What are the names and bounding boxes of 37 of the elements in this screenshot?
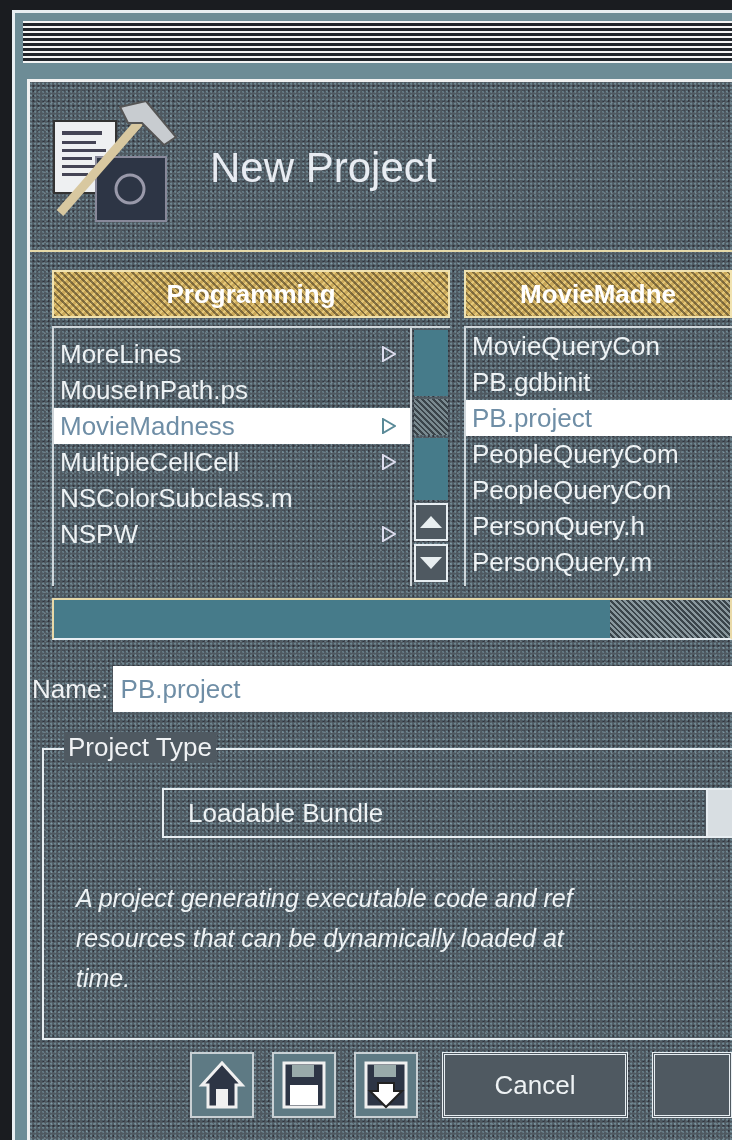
list-item[interactable]: PersonQuery.m (466, 544, 732, 580)
list-item[interactable]: MultipleCellCell (54, 444, 410, 480)
list-item[interactable]: PeopleQueryCon (466, 472, 732, 508)
up-triangle-icon (419, 515, 443, 529)
floppy-disk-button[interactable] (272, 1052, 336, 1118)
name-label: Name: (32, 673, 109, 705)
scroll-track[interactable] (414, 438, 448, 500)
column-header: MovieMadne (464, 270, 732, 318)
horizontal-scrollbar[interactable] (52, 598, 732, 640)
list-item[interactable]: NSPW (54, 516, 410, 552)
group-legend: Project Type (64, 732, 217, 763)
scroll-down-button[interactable] (414, 544, 448, 582)
list-item[interactable]: PB.gdbinit (466, 364, 732, 400)
house-button[interactable] (190, 1052, 254, 1118)
dialog-title: New Project (210, 144, 437, 192)
button[interactable] (652, 1052, 732, 1118)
project-type-popup[interactable]: Loadable Bundle (162, 788, 732, 838)
list-item[interactable]: MoreLines (54, 336, 410, 372)
floppy-arrow-button[interactable] (354, 1052, 418, 1118)
list-item[interactable]: NSColorSubclass.m (54, 480, 410, 516)
scroll-track[interactable] (414, 330, 448, 396)
title-bar[interactable] (23, 21, 732, 63)
scroll-knob[interactable] (414, 399, 448, 435)
name-field[interactable]: PB.project (112, 666, 732, 712)
list-item[interactable]: MovieMadness (54, 408, 410, 444)
list-item[interactable]: PersonQuery.h (466, 508, 732, 544)
scroll-up-button[interactable] (414, 503, 448, 541)
down-triangle-icon (419, 556, 443, 570)
list-item[interactable]: PB.project (466, 400, 732, 436)
scroll-knob[interactable] (610, 600, 730, 638)
list-item[interactable]: MouseInPath.ps (54, 372, 410, 408)
vertical-scrollbar[interactable] (410, 328, 450, 586)
cancel-button[interactable]: Cancel (442, 1052, 628, 1118)
project-type-description: A project generating executable code and ref resources that can be dynamically loaded at time. (76, 883, 576, 994)
column-header: Programming (52, 270, 450, 318)
list-item[interactable]: PeopleQueryCom (466, 436, 732, 472)
list-item[interactable]: MovieQueryCon (466, 328, 732, 364)
